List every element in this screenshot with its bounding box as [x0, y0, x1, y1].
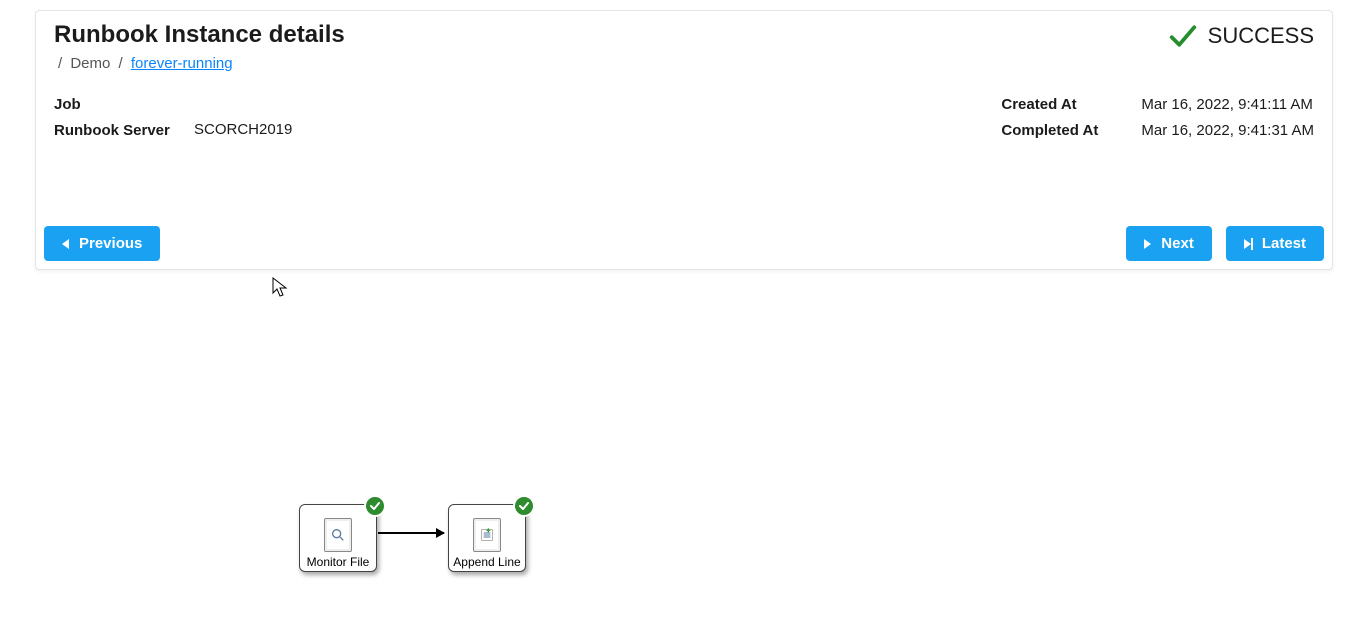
next-button-label: Next [1161, 235, 1194, 252]
details-row: Job Runbook Server SCORCH2019 Created At… [54, 96, 1314, 141]
job-value [194, 96, 292, 113]
title-block: Runbook Instance details / Demo / foreve… [54, 21, 345, 72]
status-block: SUCCESS [1168, 21, 1314, 51]
completed-label: Completed At [1001, 122, 1121, 140]
file-monitor-icon [324, 518, 352, 552]
created-value: Mar 16, 2022, 9:41:11 AM [1141, 96, 1314, 114]
nav-row: Previous Next Latest [44, 226, 1324, 261]
details-card: Runbook Instance details / Demo / foreve… [35, 10, 1333, 270]
server-label: Runbook Server [54, 121, 174, 141]
status-label: SUCCESS [1208, 23, 1314, 49]
connector-arrow [378, 532, 444, 534]
status-success-icon [364, 495, 386, 517]
breadcrumb: / Demo / forever-running [54, 55, 345, 72]
activity-label: Append Line [453, 556, 520, 568]
completed-value: Mar 16, 2022, 9:41:31 AM [1141, 122, 1314, 140]
job-label: Job [54, 96, 174, 113]
breadcrumb-sep: / [58, 55, 62, 72]
skip-end-icon [1244, 238, 1252, 250]
left-details: Job Runbook Server SCORCH2019 [54, 96, 292, 141]
breadcrumb-sep: / [119, 55, 123, 72]
workflow-diagram: Monitor File Append Line [0, 270, 1361, 642]
right-details: Created At Mar 16, 2022, 9:41:11 AM Comp… [1001, 96, 1314, 141]
success-check-icon [1168, 21, 1198, 51]
triangle-left-icon [62, 239, 69, 249]
card-header: Runbook Instance details / Demo / foreve… [54, 21, 1314, 72]
status-success-icon [513, 495, 535, 517]
next-button[interactable]: Next [1126, 226, 1212, 261]
triangle-right-icon [1144, 239, 1151, 249]
breadcrumb-segment-demo: Demo [70, 55, 110, 72]
created-label: Created At [1001, 96, 1121, 114]
activity-append-line[interactable]: Append Line [448, 504, 526, 572]
previous-button-label: Previous [79, 235, 142, 252]
latest-button-label: Latest [1262, 235, 1306, 252]
server-value: SCORCH2019 [194, 121, 292, 141]
page-title: Runbook Instance details [54, 21, 345, 49]
file-append-icon [473, 518, 501, 552]
nav-right: Next Latest [1126, 226, 1324, 261]
breadcrumb-link-forever-running[interactable]: forever-running [131, 55, 233, 72]
activity-label: Monitor File [307, 556, 370, 568]
latest-button[interactable]: Latest [1226, 226, 1324, 261]
previous-button[interactable]: Previous [44, 226, 160, 261]
activity-monitor-file[interactable]: Monitor File [299, 504, 377, 572]
